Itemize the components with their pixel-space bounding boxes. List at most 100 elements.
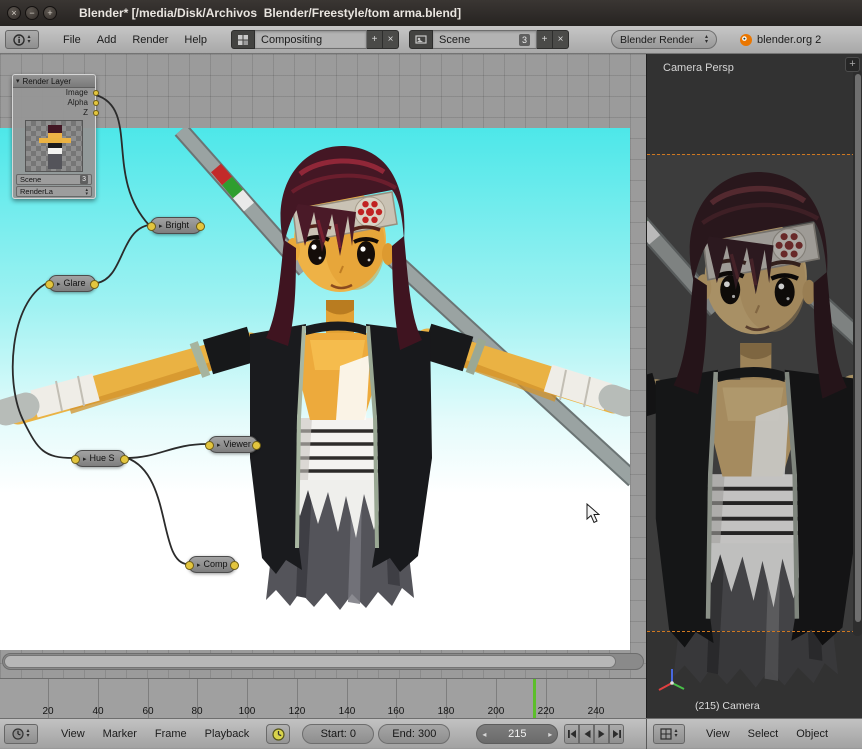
current-frame-field[interactable]: ◂ 215 ▸ <box>476 724 559 744</box>
editor-type-selector[interactable]: ▴ ▾ <box>5 30 39 49</box>
bottom-headers: ▴ ▾ View Marker Frame Playback Start: 0 E… <box>0 718 862 749</box>
jump-to-end-button[interactable] <box>609 724 625 744</box>
render-layer-select-field[interactable]: RenderLa ▴ ▾ <box>16 186 92 197</box>
menu-render[interactable]: Render <box>124 34 176 46</box>
close-layout-button[interactable]: × <box>383 30 400 49</box>
scene-user-count: 3 <box>519 33 531 46</box>
blender-web-link[interactable]: blender.org 2 <box>739 33 821 47</box>
menu-add[interactable]: Add <box>89 34 125 46</box>
clock-icon <box>12 728 25 740</box>
screen-layout-selector: Compositing + × <box>231 30 400 49</box>
browse-scenes-button[interactable] <box>409 30 434 49</box>
menu-playback[interactable]: Playback <box>196 728 259 740</box>
jump-to-start-button[interactable] <box>564 724 580 744</box>
collapse-triangle-icon: ▸ <box>217 442 221 449</box>
timeline-editor-type-button[interactable]: ▴ ▾ <box>4 724 38 744</box>
character-render <box>0 128 630 650</box>
compositor-node-editor[interactable]: ▾ Render Layer Image Alpha Z Scene 3 Ren… <box>0 54 646 678</box>
node-bright-contrast[interactable]: ▸ Bright <box>147 217 205 234</box>
menu-file[interactable]: File <box>55 34 89 46</box>
region-expand-button[interactable]: + <box>845 57 860 72</box>
node-viewer[interactable]: ▸ Viewer <box>205 436 261 453</box>
render-engine-dropdown[interactable]: Blender Render ▴ ▾ <box>611 30 718 49</box>
layer-field-label: RenderLa <box>20 187 53 196</box>
play-icon <box>598 730 605 738</box>
viewport-scrollbar[interactable] <box>855 74 861 622</box>
tick-label: 60 <box>142 706 154 717</box>
tick-label: 20 <box>42 706 54 717</box>
close-scene-button[interactable]: × <box>553 30 570 49</box>
timeline-header: ▴ ▾ View Marker Frame Playback Start: 0 E… <box>0 719 646 749</box>
node-render-layer[interactable]: ▾ Render Layer Image Alpha Z Scene 3 Ren… <box>12 74 99 199</box>
menu-help[interactable]: Help <box>176 34 215 46</box>
tick-label: 120 <box>288 706 306 717</box>
start-frame-value: Start: 0 <box>320 728 357 740</box>
end-frame-field[interactable]: End: 300 <box>378 724 451 744</box>
play-button[interactable] <box>594 724 610 744</box>
viewport-camera-label: (215) Camera <box>695 700 760 712</box>
scene-name-field[interactable]: Scene 3 <box>433 30 538 49</box>
menu-marker[interactable]: Marker <box>94 728 146 740</box>
layout-name-field[interactable]: Compositing <box>255 30 368 49</box>
blender-web-label: blender.org 2 <box>757 33 822 46</box>
node-composite[interactable]: ▸ Comp <box>185 556 239 573</box>
output-label: Image <box>65 88 88 97</box>
menu-select[interactable]: Select <box>739 728 788 740</box>
viewport-3d[interactable]: Camera Persp (215) Camera + <box>646 54 862 718</box>
node-label: Viewer <box>223 439 251 449</box>
menu-view[interactable]: View <box>52 728 94 740</box>
start-frame-field[interactable]: Start: 0 <box>302 724 375 744</box>
collapse-triangle-icon: ▸ <box>57 281 61 288</box>
tick-label: 240 <box>587 706 605 717</box>
window-controls: × − + <box>7 6 57 20</box>
current-frame-value: 215 <box>508 728 527 740</box>
axis-gizmo-icon[interactable] <box>655 666 689 700</box>
window-maximize-button[interactable]: + <box>43 6 57 20</box>
timeline-strip[interactable]: 20 40 60 80 100 120 140 160 180 200 220 … <box>0 678 646 718</box>
add-layout-button[interactable]: + <box>367 30 384 49</box>
current-frame-marker[interactable] <box>533 679 536 718</box>
scene-selector: Scene 3 + × <box>409 30 570 49</box>
tick-label: 160 <box>387 706 405 717</box>
blender-logo-icon <box>740 33 753 46</box>
browse-layouts-button[interactable] <box>231 30 256 49</box>
scene-name: Scene <box>439 33 471 46</box>
node-label: Bright <box>165 220 190 230</box>
decrement-arrow-icon[interactable]: ◂ <box>482 730 486 739</box>
end-frame-value: End: 300 <box>392 728 437 740</box>
info-header: ▴ ▾ File Add Render Help Compositing + × … <box>0 26 862 54</box>
scene-datablock-field[interactable]: Scene 3 <box>16 174 92 185</box>
node-editor-hscrollbar[interactable] <box>4 655 616 668</box>
play-reverse-button[interactable] <box>579 724 595 744</box>
skip-start-icon <box>567 730 576 738</box>
character-3d[interactable] <box>646 152 862 718</box>
socket-icon[interactable] <box>93 110 99 116</box>
node-glare[interactable]: ▸ Glare <box>45 275 99 292</box>
collapse-triangle-icon: ▸ <box>197 562 201 569</box>
titlebar: × − + Blender* [/media/Disk/Archivos Ble… <box>0 0 862 26</box>
node-header[interactable]: ▾ Render Layer <box>13 75 95 88</box>
window-minimize-button[interactable]: − <box>25 6 39 20</box>
menu-object[interactable]: Object <box>787 728 837 740</box>
collapse-triangle-icon[interactable]: ▾ <box>16 77 20 85</box>
output-z: Z <box>13 108 99 118</box>
menu-view-3d[interactable]: View <box>697 728 739 740</box>
add-scene-button[interactable]: + <box>537 30 554 49</box>
viewport-editor-type-button[interactable]: ▴ ▾ <box>653 724 685 744</box>
preview-range-toggle[interactable] <box>266 724 291 744</box>
thumbnail-figure <box>39 125 71 169</box>
tick-label: 180 <box>437 706 455 717</box>
socket-icon[interactable] <box>93 100 99 106</box>
layout-name: Compositing <box>261 33 323 46</box>
skip-end-icon <box>612 730 621 738</box>
node-hue-saturation[interactable]: ▸ Hue S <box>71 450 129 467</box>
camera-border-bottom <box>647 631 855 632</box>
output-label: Z <box>83 108 88 117</box>
render-backdrop <box>0 128 630 650</box>
collapse-triangle-icon: ▸ <box>83 456 87 463</box>
window-close-button[interactable]: × <box>7 6 21 20</box>
socket-icon[interactable] <box>93 90 99 96</box>
menu-frame[interactable]: Frame <box>146 728 196 740</box>
increment-arrow-icon[interactable]: ▸ <box>548 730 552 739</box>
clock-icon <box>272 727 285 741</box>
